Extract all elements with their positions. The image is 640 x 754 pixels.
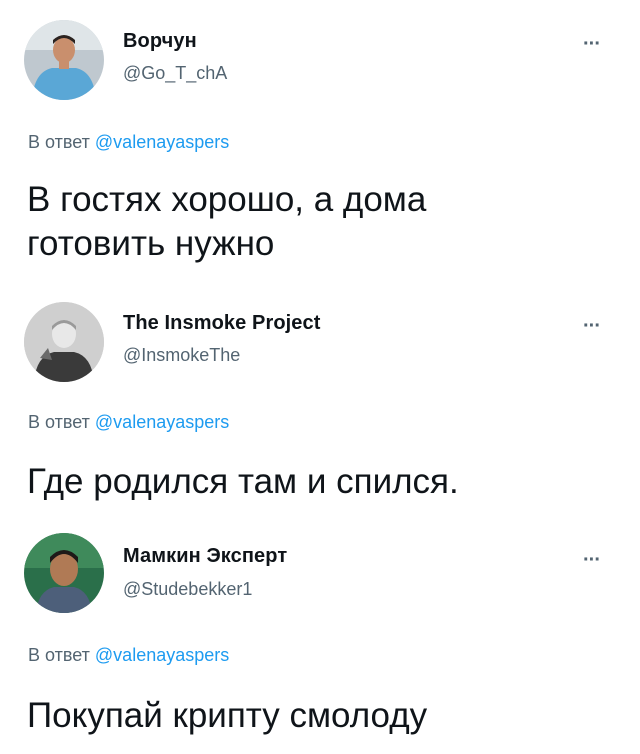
- user-photo-icon: [24, 302, 104, 382]
- display-name[interactable]: Ворчун: [123, 30, 197, 53]
- user-handle[interactable]: @Go_T_chA: [123, 63, 227, 84]
- tweet-text: Покупай крипту смолоду: [27, 694, 427, 738]
- reply-prefix: В ответ: [28, 132, 90, 152]
- reply-context: В ответ @valenayaspers: [28, 645, 229, 666]
- reply-to-link[interactable]: @valenayaspers: [95, 645, 229, 665]
- more-options-icon[interactable]: ···: [583, 316, 601, 336]
- reply-to-link[interactable]: @valenayaspers: [95, 132, 229, 152]
- display-name[interactable]: Мамкин Эксперт: [123, 545, 287, 568]
- avatar[interactable]: [24, 302, 104, 382]
- tweet-text: Где родился там и спился.: [27, 460, 459, 504]
- tweet-text-line: Где родился там и спился.: [27, 462, 459, 501]
- more-options-icon[interactable]: ···: [583, 34, 601, 54]
- user-handle[interactable]: @Studebekker1: [123, 579, 252, 600]
- user-handle[interactable]: @InsmokeThe: [123, 345, 240, 366]
- reply-context: В ответ @valenayaspers: [28, 412, 229, 433]
- tweet-text-line: В гостях хорошо, а дома: [27, 180, 427, 219]
- tweet-text: В гостях хорошо, а дома готовить нужно: [27, 178, 426, 266]
- more-options-icon[interactable]: ···: [583, 550, 601, 570]
- tweet-text-line: Покупай крипту смолоду: [27, 696, 428, 735]
- user-photo-icon: [24, 533, 104, 613]
- reply-to-link[interactable]: @valenayaspers: [95, 412, 229, 432]
- reply-prefix: В ответ: [28, 412, 90, 432]
- reply-prefix: В ответ: [28, 645, 90, 665]
- display-name[interactable]: The Insmoke Project: [123, 312, 321, 335]
- user-photo-icon: [24, 20, 104, 100]
- reply-context: В ответ @valenayaspers: [28, 132, 229, 153]
- avatar[interactable]: [24, 20, 104, 100]
- tweet-text-line: готовить нужно: [27, 224, 275, 263]
- avatar[interactable]: [24, 533, 104, 613]
